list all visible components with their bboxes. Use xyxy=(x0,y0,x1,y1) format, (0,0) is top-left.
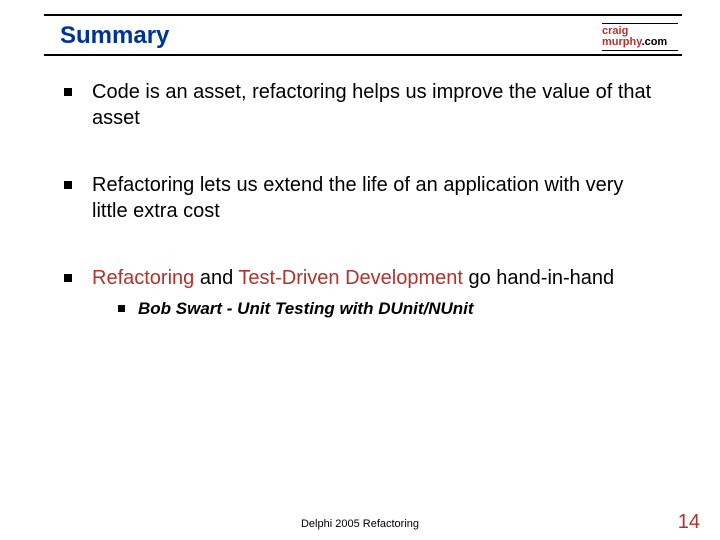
bullet-3-seg-1: and xyxy=(194,267,238,289)
bullet-3: Refactoring and Test-Driven Development … xyxy=(64,266,660,319)
title-underline xyxy=(44,54,682,56)
bullet-1: Code is an asset, refactoring helps us i… xyxy=(64,80,660,131)
author-logo: craig murphy.com xyxy=(602,23,678,51)
slide: Summary craig murphy.com Code is an asse… xyxy=(0,0,720,540)
slide-title: Summary xyxy=(60,22,169,50)
slide-body: Code is an asset, refactoring helps us i… xyxy=(64,80,660,362)
logo-murphy: murphy xyxy=(602,36,642,48)
bullet-3-seg-0: Refactoring xyxy=(92,267,194,289)
logo-com: .com xyxy=(642,36,668,48)
top-rule xyxy=(44,14,682,16)
sub-bullet-1: Bob Swart - Unit Testing with DUnit/NUni… xyxy=(118,298,660,320)
bullet-2: Refactoring lets us extend the life of a… xyxy=(64,173,660,224)
footer-text: Delphi 2005 Refactoring xyxy=(0,518,720,530)
bullet-3-seg-3: go hand-in-hand xyxy=(463,267,614,289)
page-number: 14 xyxy=(678,511,700,534)
bullet-3-seg-2: Test-Driven Development xyxy=(238,267,463,289)
